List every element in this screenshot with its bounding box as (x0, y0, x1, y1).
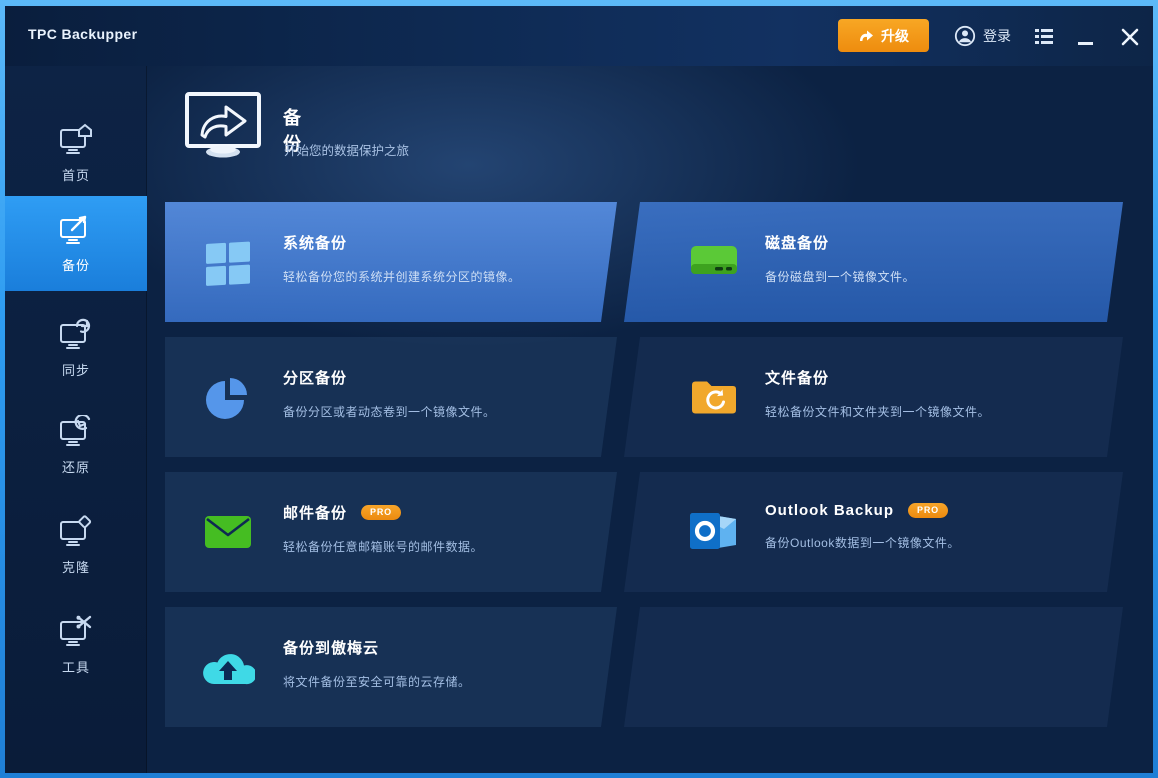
folder-sync-icon (687, 337, 741, 457)
pie-chart-icon (201, 337, 255, 457)
sidebar-item-label: 克隆 (62, 557, 90, 576)
app-window: TPC Backupper 升级 登录 (5, 6, 1153, 773)
hard-drive-icon (687, 202, 741, 322)
card-desc: 备份磁盘到一个镜像文件。 (765, 268, 915, 285)
user-icon (954, 25, 976, 47)
backup-row-2: 分区备份 备份分区或者动态卷到一个镜像文件。 文件备份 轻松备份文件和文件夹到一… (165, 337, 1123, 457)
sidebar-item-restore[interactable]: 还原 (5, 398, 147, 493)
sidebar-item-home[interactable]: 首页 (5, 106, 147, 201)
sidebar-item-backup[interactable]: 备份 (5, 196, 147, 291)
sidebar-item-label: 首页 (62, 165, 90, 184)
sidebar-item-clone[interactable]: 克隆 (5, 498, 147, 593)
sidebar-item-label: 备份 (62, 255, 90, 274)
card-title: 磁盘备份 (765, 232, 915, 253)
backup-row-4: 备份到傲梅云 将文件备份至安全可靠的云存储。 (165, 607, 1123, 727)
envelope-icon (201, 472, 255, 592)
sidebar-item-label: 工具 (62, 657, 90, 676)
system-backup-card[interactable]: 系统备份 轻松备份您的系统并创建系统分区的镜像。 (165, 202, 605, 322)
card-desc: 轻松备份任意邮箱账号的邮件数据。 (283, 538, 483, 555)
sidebar-item-tools[interactable]: 工具 (5, 598, 147, 693)
screen-tools-icon (57, 615, 95, 649)
card-title: 邮件备份 PRO (283, 502, 483, 523)
mail-backup-card[interactable]: 邮件备份 PRO 轻松备份任意邮箱账号的邮件数据。 (165, 472, 605, 592)
upgrade-button[interactable]: 升级 (838, 19, 929, 52)
cloud-upload-icon (201, 607, 255, 727)
card-desc: 备份分区或者动态卷到一个镜像文件。 (283, 403, 496, 420)
card-title: 系统备份 (283, 232, 521, 253)
card-title: 备份到傲梅云 (283, 637, 471, 658)
monitor-share-icon (182, 90, 266, 160)
pro-badge: PRO (908, 503, 948, 518)
cloud-backup-card[interactable]: 备份到傲梅云 将文件备份至安全可靠的云存储。 (165, 607, 605, 727)
window-frame: TPC Backupper 升级 登录 (0, 0, 1158, 778)
upgrade-arrow-icon (858, 28, 874, 43)
card-title: 文件备份 (765, 367, 990, 388)
sidebar: 首页 备份 同步 (5, 66, 147, 773)
file-backup-card[interactable]: 文件备份 轻松备份文件和文件夹到一个镜像文件。 (631, 337, 1111, 457)
backup-row-3: 邮件备份 PRO 轻松备份任意邮箱账号的邮件数据。 (165, 472, 1123, 592)
main-panel: 备份 开始您的数据保护之旅 (147, 66, 1153, 773)
row-band-right (624, 607, 1123, 727)
login-button[interactable]: 登录 (954, 22, 1011, 50)
page-subtitle: 开始您的数据保护之旅 (284, 140, 409, 159)
screen-sync-icon (57, 318, 95, 352)
sidebar-item-label: 还原 (62, 457, 90, 476)
screen-home-icon (57, 123, 95, 157)
screen-clone-icon (57, 515, 95, 549)
outlook-logo-icon (687, 472, 741, 592)
titlebar: TPC Backupper 升级 登录 (5, 6, 1153, 66)
card-desc: 轻松备份您的系统并创建系统分区的镜像。 (283, 268, 521, 285)
outlook-backup-card[interactable]: Outlook Backup PRO 备份Outlook数据到一个镜像文件。 (631, 472, 1111, 592)
screen-backup-icon (57, 213, 95, 247)
sidebar-item-label: 同步 (62, 360, 90, 379)
card-title: Outlook Backup PRO (765, 502, 960, 519)
card-desc: 轻松备份文件和文件夹到一个镜像文件。 (765, 403, 990, 420)
close-icon[interactable] (1117, 24, 1143, 50)
app-title: TPC Backupper (28, 26, 137, 42)
login-label: 登录 (983, 26, 1011, 46)
partition-backup-card[interactable]: 分区备份 备份分区或者动态卷到一个镜像文件。 (165, 337, 605, 457)
upgrade-button-label: 升级 (881, 26, 909, 46)
minimize-icon[interactable] (1073, 20, 1099, 50)
screen-restore-icon (57, 415, 95, 449)
card-desc: 备份Outlook数据到一个镜像文件。 (765, 534, 960, 551)
card-title: 分区备份 (283, 367, 496, 388)
disk-backup-card[interactable]: 磁盘备份 备份磁盘到一个镜像文件。 (631, 202, 1111, 322)
backup-row-1: 系统备份 轻松备份您的系统并创建系统分区的镜像。 磁盘备份 备份磁盘到一个镜像文… (165, 202, 1123, 322)
sidebar-item-sync[interactable]: 同步 (5, 301, 147, 396)
pro-badge: PRO (361, 505, 401, 520)
menu-list-icon[interactable] (1033, 26, 1055, 46)
windows-logo-icon (201, 202, 255, 322)
card-desc: 将文件备份至安全可靠的云存储。 (283, 673, 471, 690)
